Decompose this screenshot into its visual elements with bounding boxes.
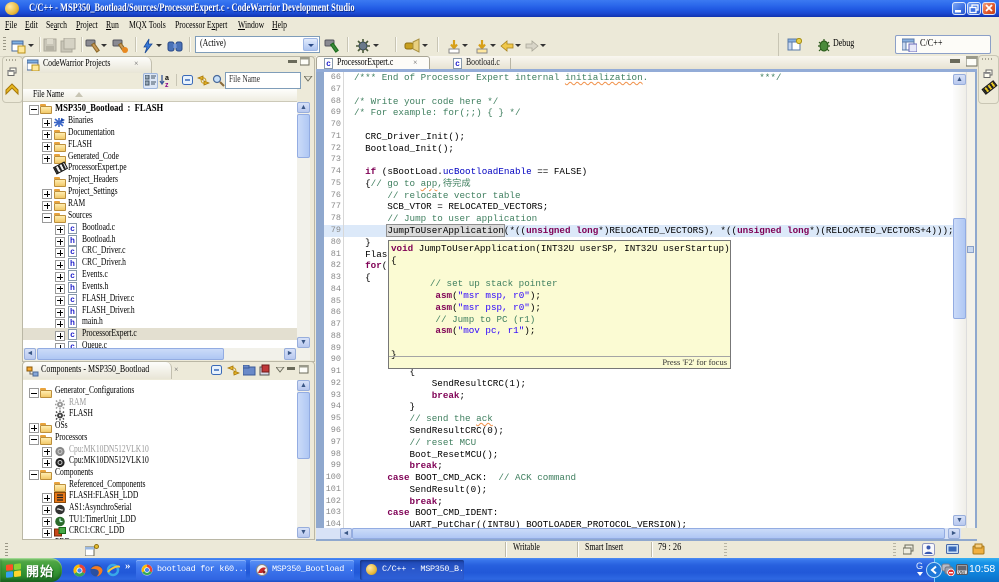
svg-text:z: z [165, 82, 169, 87]
svg-text:VM: VM [958, 570, 965, 575]
svg-text:a: a [165, 75, 169, 82]
